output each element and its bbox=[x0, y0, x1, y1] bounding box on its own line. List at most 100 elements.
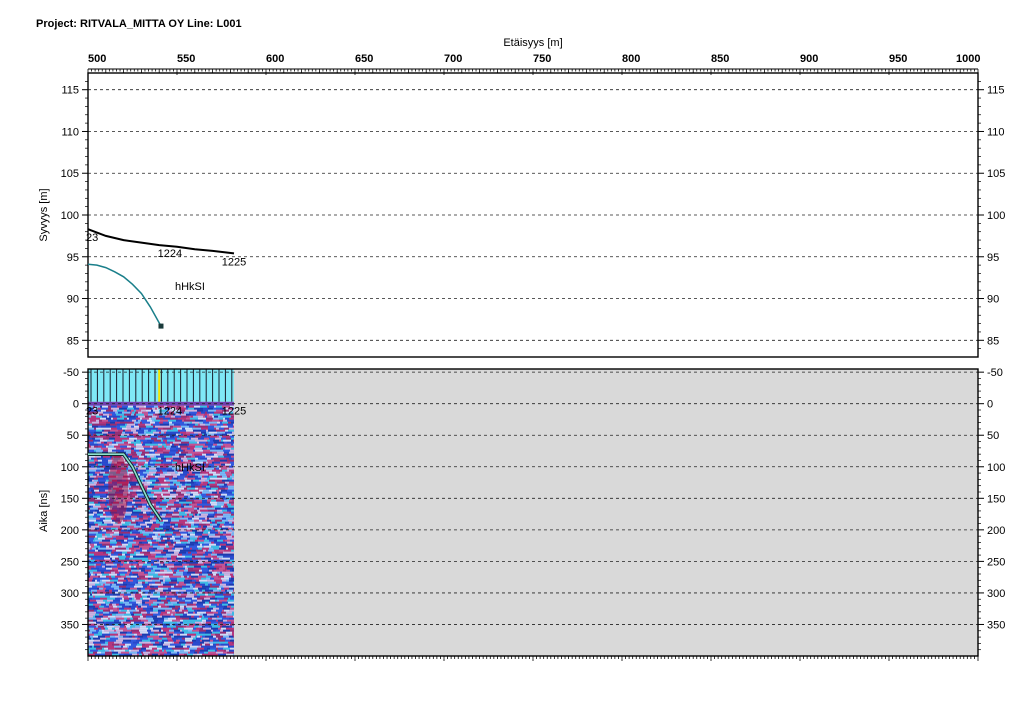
radar-texture-cell bbox=[225, 505, 228, 508]
radar-texture-cell bbox=[227, 469, 229, 472]
radar-texture-cell bbox=[192, 597, 197, 600]
radar-texture-cell bbox=[119, 635, 123, 638]
radar-texture-cell bbox=[217, 451, 224, 454]
radar-texture-cell bbox=[108, 405, 111, 408]
radar-texture-cell bbox=[129, 597, 132, 600]
radar-texture-cell bbox=[93, 551, 100, 554]
radar-texture-cell bbox=[93, 539, 95, 542]
radar-texture-cell bbox=[214, 415, 218, 418]
radar-texture-cell bbox=[143, 479, 145, 482]
radar-texture-cell bbox=[150, 585, 154, 588]
radar-texture-cell bbox=[184, 477, 187, 480]
radar-texture-cell bbox=[176, 565, 183, 568]
radar-texture-cell bbox=[153, 519, 156, 522]
radar-texture-cell bbox=[148, 517, 152, 520]
radar-texture-cell bbox=[132, 501, 135, 504]
radar-texture-cell bbox=[199, 589, 202, 592]
radar-texture-cell bbox=[145, 567, 153, 570]
radar-texture-cell bbox=[206, 575, 211, 578]
radar-texture-cell bbox=[94, 449, 96, 452]
radar-texture-cell bbox=[161, 539, 165, 542]
radar-texture-cell bbox=[155, 527, 163, 530]
radar-texture-cell bbox=[90, 599, 96, 602]
radar-texture-cell bbox=[88, 469, 96, 472]
radar-texture-cell bbox=[179, 599, 185, 602]
radar-texture-cell bbox=[155, 625, 163, 628]
radar-texture-cell bbox=[201, 567, 208, 570]
radar-texture-cell bbox=[146, 425, 153, 428]
radar-texture-cell bbox=[202, 615, 204, 618]
radar-texture-cell bbox=[229, 525, 231, 528]
radar-texture-cell bbox=[232, 427, 234, 430]
radar-texture-cell bbox=[138, 605, 141, 608]
radar-texture-cell bbox=[231, 463, 234, 466]
radar-texture-cell bbox=[207, 537, 213, 540]
radar-texture-cell bbox=[185, 427, 192, 430]
radar-texture-cell bbox=[200, 581, 208, 584]
radar-texture-cell bbox=[152, 543, 158, 546]
radar-texture-cell bbox=[232, 531, 234, 534]
radar-texture-cell bbox=[227, 467, 234, 470]
radar-texture-cell bbox=[96, 617, 101, 620]
radar-texture-cell bbox=[207, 457, 211, 460]
radar-texture-cell bbox=[93, 615, 95, 618]
radar-texture-cell bbox=[201, 427, 204, 430]
radar-texture-cell bbox=[142, 421, 150, 424]
radar-texture-cell bbox=[142, 417, 149, 420]
radar-texture-cell bbox=[157, 565, 161, 568]
radar-texture-cell bbox=[204, 541, 211, 544]
radar-texture-cell bbox=[231, 605, 234, 608]
radar-texture-cell bbox=[222, 601, 228, 604]
radar-texture-cell bbox=[142, 547, 149, 550]
radar-texture-cell bbox=[186, 561, 190, 564]
radar-texture-cell bbox=[205, 625, 209, 628]
radar-texture-cell bbox=[169, 429, 176, 432]
radar-texture-cell bbox=[186, 455, 191, 458]
radar-texture-cell bbox=[150, 649, 154, 652]
radar-texture-cell bbox=[100, 579, 102, 582]
radar-texture-cell bbox=[183, 547, 190, 550]
radar-texture-cell bbox=[174, 641, 179, 644]
radar-texture-cell bbox=[165, 439, 167, 442]
radar-texture-cell bbox=[125, 609, 127, 612]
radar-texture-cell bbox=[158, 605, 161, 608]
radar-texture-cell bbox=[165, 543, 168, 546]
radar-texture-cell bbox=[125, 557, 129, 560]
radar-texture-cell bbox=[223, 629, 226, 632]
radar-texture-cell bbox=[215, 527, 221, 530]
radar-texture-cell bbox=[101, 483, 104, 486]
radar-texture-cell bbox=[223, 539, 225, 542]
radar-texture-cell bbox=[163, 579, 165, 582]
radar-texture-cell bbox=[170, 491, 176, 494]
radar-texture-cell bbox=[177, 517, 180, 520]
radar-texture-cell bbox=[131, 629, 139, 632]
radar-texture-cell bbox=[204, 539, 209, 542]
radar-texture-cell bbox=[97, 591, 100, 594]
time-tick-label-right: 300 bbox=[987, 588, 1005, 600]
radar-texture-cell bbox=[200, 635, 202, 638]
radar-texture-cell bbox=[163, 549, 168, 552]
radar-texture-cell bbox=[229, 635, 233, 638]
radar-texture-cell bbox=[187, 519, 194, 522]
radar-texture-cell bbox=[222, 491, 226, 494]
radar-texture-cell bbox=[232, 595, 234, 598]
radar-texture-cell bbox=[210, 521, 212, 524]
radar-texture-cell bbox=[113, 593, 120, 596]
radar-texture-cell bbox=[108, 617, 110, 620]
radar-texture-cell bbox=[123, 533, 130, 536]
radar-texture-cell bbox=[136, 413, 144, 416]
radar-texture-cell bbox=[228, 603, 234, 606]
radar-texture-cell bbox=[115, 615, 122, 618]
radar-texture-cell bbox=[145, 643, 153, 646]
radar-texture-cell bbox=[204, 651, 208, 654]
radar-texture-cell bbox=[127, 583, 135, 586]
radar-texture-cell bbox=[133, 563, 137, 566]
radar-texture-cell bbox=[194, 609, 197, 612]
radar-texture-cell bbox=[219, 467, 221, 470]
radar-texture-cell bbox=[162, 507, 166, 510]
radar-texture-cell bbox=[197, 411, 201, 414]
radar-texture-cell bbox=[197, 507, 199, 510]
radar-texture-cell bbox=[178, 445, 180, 448]
radar-texture-cell bbox=[199, 637, 201, 640]
radar-texture-cell bbox=[202, 643, 205, 646]
